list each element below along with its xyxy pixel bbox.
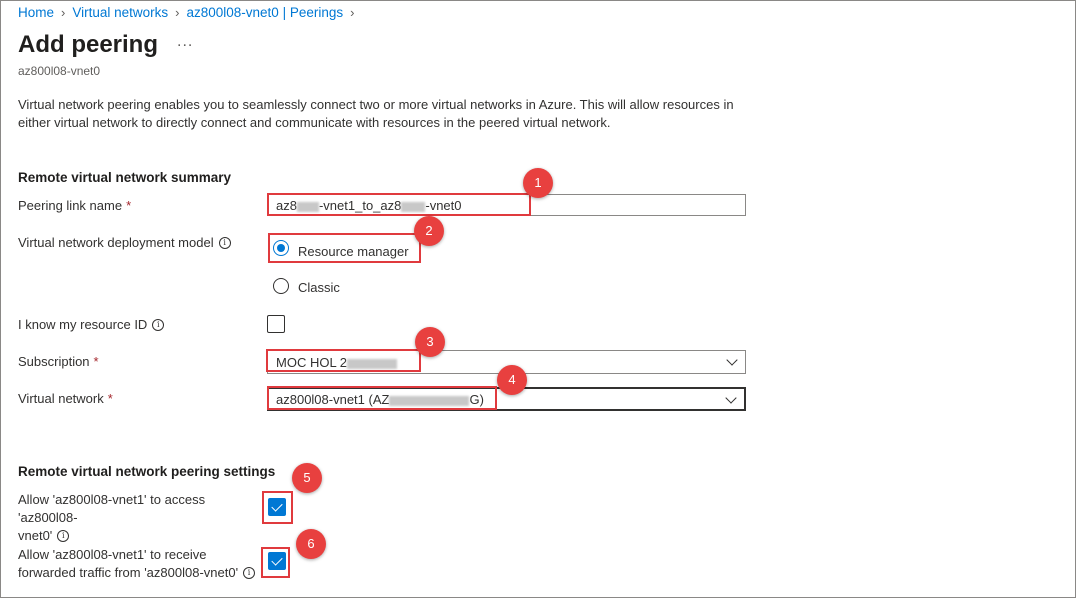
deployment-model-label-text: Virtual network deployment model [18,235,214,250]
highlight-box-2 [268,233,421,263]
virtual-network-label-text: Virtual network [18,391,104,406]
know-resource-id-label: I know my resource ID i [18,317,165,332]
breadcrumb: Home › Virtual networks › az800l08-vnet0… [18,5,361,20]
step-badge-3: 3 [415,327,445,357]
remote-settings-heading: Remote virtual network peering settings [18,464,276,479]
step-badge-6: 6 [296,529,326,559]
info-icon[interactable]: i [57,530,70,542]
radio-classic[interactable] [273,278,289,294]
virtual-network-label: Virtual network * [18,391,113,406]
peering-link-name-label: Peering link name * [18,198,131,213]
required-marker: * [107,391,113,406]
deployment-model-label: Virtual network deployment model i [18,235,231,250]
chevron-right-icon: › [61,5,66,20]
required-marker: * [93,354,99,369]
step-badge-2: 2 [414,216,444,246]
know-resource-id-label-text: I know my resource ID [18,317,148,332]
allow-forwarded-label: Allow 'az800l08-vnet1' to receive forwar… [18,546,268,582]
remote-summary-heading: Remote virtual network summary [18,170,232,185]
breadcrumb-peerings[interactable]: az800l08-vnet0 | Peerings [187,5,344,20]
info-icon[interactable]: i [152,318,165,331]
subscription-label: Subscription * [18,354,99,369]
chevron-down-icon [726,354,738,366]
allow-access-line-1: Allow 'az800l08-vnet1' to access 'az800l… [18,492,206,525]
radio-classic-label: Classic [298,280,340,295]
step-badge-4: 4 [497,365,527,395]
chevron-right-icon: › [175,5,180,20]
highlight-box-3 [266,349,421,372]
chevron-right-icon: › [350,5,355,20]
allow-access-label: Allow 'az800l08-vnet1' to access 'az800l… [18,491,268,545]
chevron-down-icon [725,392,737,404]
highlight-box-5 [262,491,293,524]
highlight-box-4 [267,386,497,410]
breadcrumb-virtual-networks[interactable]: Virtual networks [72,5,168,20]
info-icon[interactable]: i [218,236,231,249]
allow-forwarded-line-1: Allow 'az800l08-vnet1' to receive [18,547,207,562]
breadcrumb-home[interactable]: Home [18,5,54,20]
required-marker: * [126,198,132,213]
know-resource-id-checkbox[interactable] [267,315,285,333]
more-options-button[interactable]: ... [177,33,193,51]
highlight-box-6 [261,547,290,578]
subscription-label-text: Subscription [18,354,90,369]
info-icon[interactable]: i [243,567,256,579]
step-badge-5: 5 [292,463,322,493]
allow-forwarded-line-2: forwarded traffic from 'az800l08-vnet0' [18,565,239,580]
page-subtitle: az800l08-vnet0 [18,64,101,78]
step-badge-1: 1 [523,168,553,198]
highlight-box-1 [267,193,531,216]
peering-link-name-label-text: Peering link name [18,198,123,213]
page-description: Virtual network peering enables you to s… [18,97,734,130]
allow-access-line-2: vnet0' [18,528,53,543]
page-title: Add peering [18,31,159,58]
